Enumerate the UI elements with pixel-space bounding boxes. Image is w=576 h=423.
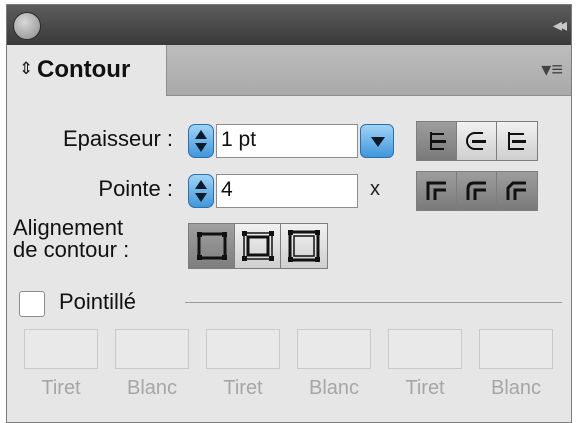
close-icon[interactable] bbox=[13, 12, 41, 40]
dashed-line-label: Pointillé bbox=[59, 289, 137, 314]
dash-3-input bbox=[388, 329, 462, 369]
miter-limit-unit: x bbox=[370, 178, 380, 200]
dash-3-label: Tiret bbox=[405, 377, 445, 399]
cap-button-group bbox=[416, 121, 538, 161]
align-inside-icon[interactable] bbox=[235, 224, 281, 268]
weight-stepper[interactable] bbox=[188, 124, 214, 158]
join-button-group bbox=[416, 171, 538, 211]
stepper-down-icon[interactable] bbox=[195, 143, 207, 152]
panel-titlebar: ◂◂ bbox=[7, 5, 571, 45]
dashed-line-checkbox[interactable] bbox=[19, 291, 45, 317]
miter-limit-stepper[interactable] bbox=[188, 174, 214, 208]
dash-2-label: Tiret bbox=[223, 377, 263, 399]
align-stroke-label-line1: Alignement bbox=[13, 215, 124, 240]
weight-label: Epaisseur : bbox=[62, 126, 173, 151]
align-outside-icon[interactable] bbox=[281, 224, 327, 268]
weight-dropdown-button[interactable] bbox=[360, 124, 394, 158]
stepper-up-icon[interactable] bbox=[195, 130, 207, 139]
round-join-icon[interactable] bbox=[457, 172, 497, 210]
stepper-up-icon[interactable] bbox=[195, 180, 207, 189]
projecting-cap-icon[interactable] bbox=[497, 122, 537, 160]
collapse-icon[interactable]: ◂◂ bbox=[553, 15, 567, 36]
butt-cap-icon[interactable] bbox=[417, 122, 457, 160]
gap-3-label: Blanc bbox=[490, 377, 542, 399]
stepper-down-icon[interactable] bbox=[195, 193, 207, 202]
tab-contour[interactable]: ⇕ Contour bbox=[7, 45, 167, 96]
dash-2-input bbox=[206, 329, 280, 369]
align-button-group bbox=[188, 223, 328, 269]
miter-limit-input[interactable]: 4 bbox=[216, 174, 358, 208]
tab-bar: ⇕ Contour ▾≡ bbox=[7, 45, 571, 96]
round-cap-icon[interactable] bbox=[457, 122, 497, 160]
tab-label: Contour bbox=[37, 56, 131, 83]
panel-menu-icon[interactable]: ▾≡ bbox=[541, 57, 563, 82]
dash-1-input bbox=[24, 329, 98, 369]
align-center-icon[interactable] bbox=[189, 224, 235, 268]
bevel-join-icon[interactable] bbox=[497, 172, 537, 210]
align-stroke-label-line2: de contour : bbox=[13, 237, 130, 262]
gap-2-label: Blanc bbox=[308, 377, 360, 399]
gap-2-input bbox=[297, 329, 371, 369]
gap-3-input bbox=[479, 329, 553, 369]
align-stroke-label: Alignement de contour : bbox=[13, 217, 165, 261]
miter-join-icon[interactable] bbox=[417, 172, 457, 210]
gap-1-input bbox=[115, 329, 189, 369]
gap-1-label: Blanc bbox=[126, 377, 178, 399]
stroke-panel: ◂◂ ⇕ Contour ▾≡ Epaisseur : 1 pt Pointe … bbox=[6, 4, 572, 423]
divider bbox=[185, 302, 562, 303]
dash-1-label: Tiret bbox=[41, 377, 81, 399]
tab-arrows-icon: ⇕ bbox=[19, 59, 34, 78]
miter-limit-label: Pointe : bbox=[98, 176, 173, 201]
weight-input[interactable]: 1 pt bbox=[216, 124, 358, 158]
